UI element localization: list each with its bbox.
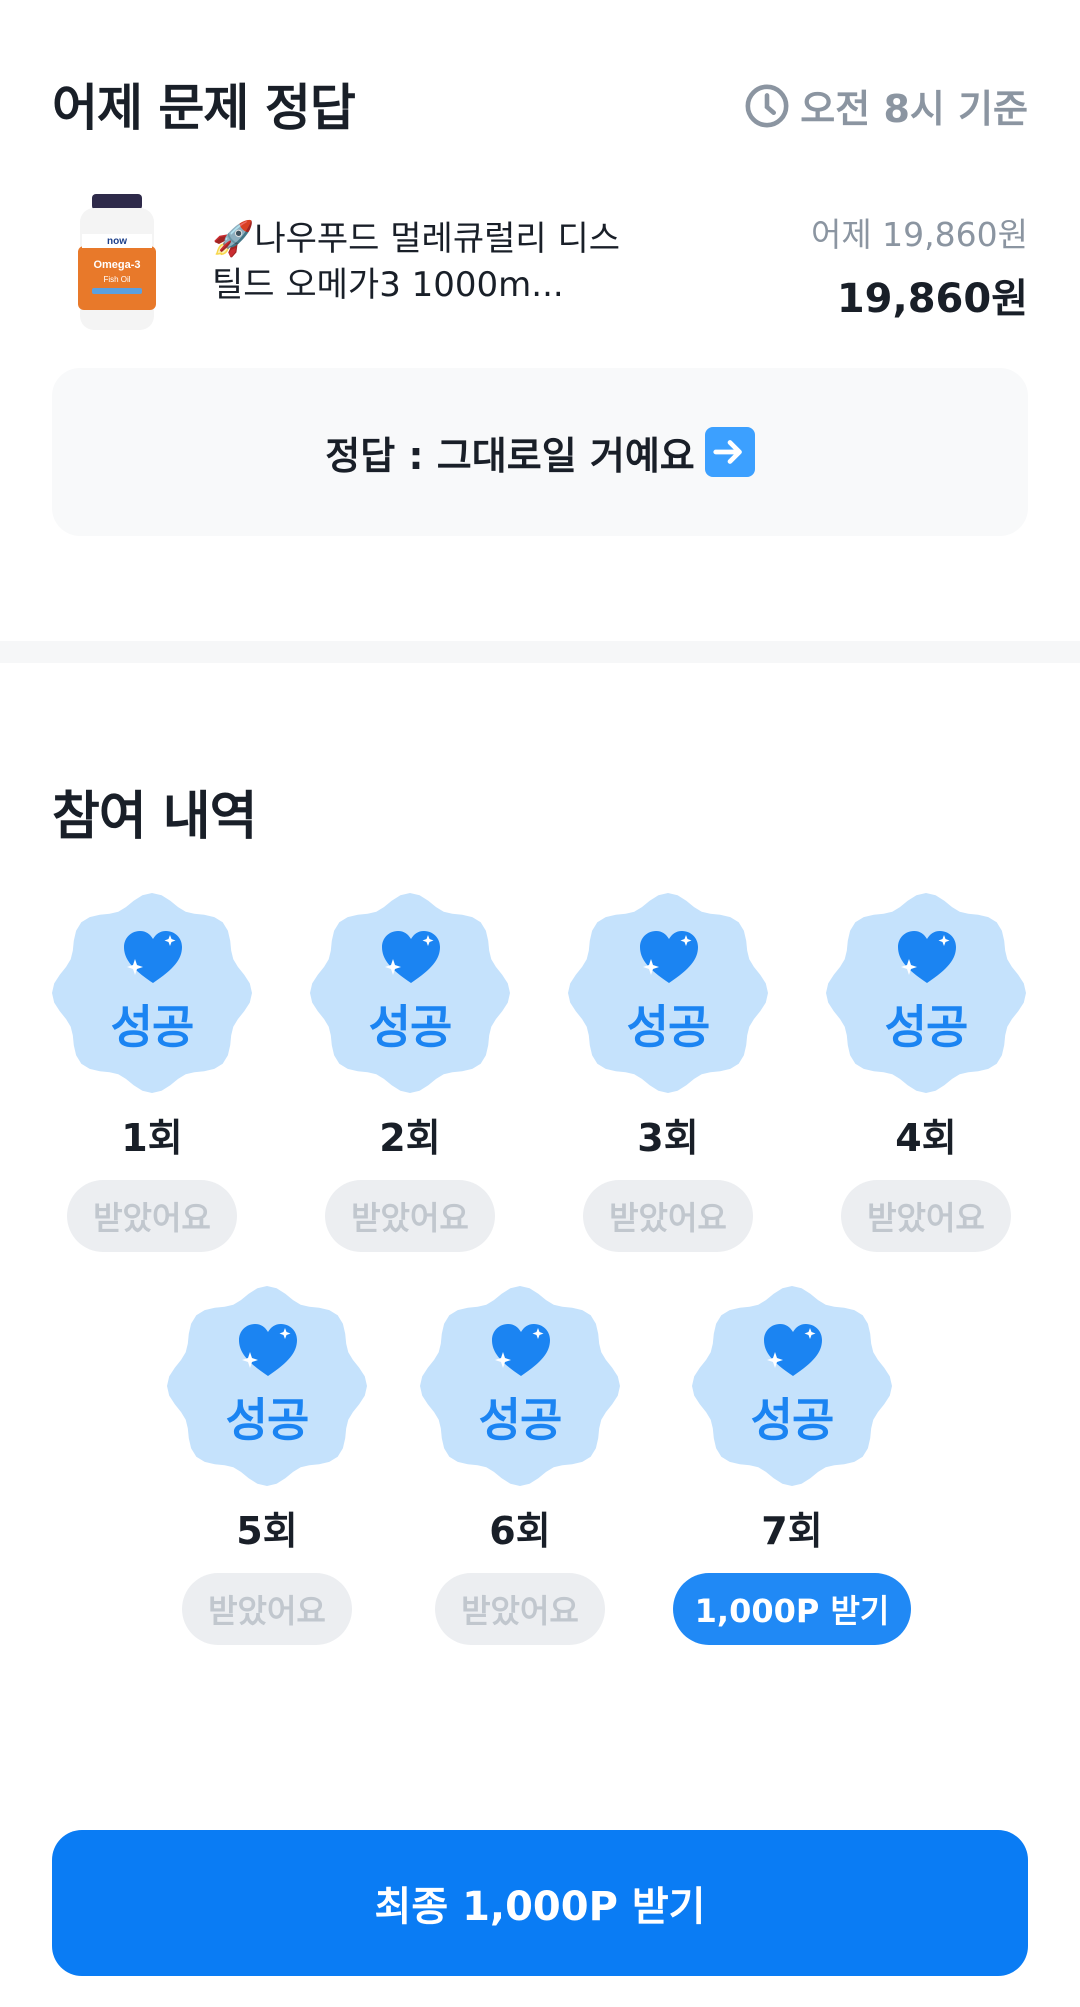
success-label: 성공 [750,1393,835,1447]
received-badge: 받았어요 [435,1573,605,1645]
history-stamp: 성공 2회 받았어요 [310,893,510,1252]
right-arrow-icon [704,427,755,477]
history-title: 참여 내역 [52,787,257,847]
price-current: 19,860원 [836,276,1028,322]
history-stamp: 성공 1회 받았어요 [52,893,252,1252]
history-stamp: 성공 5회 받았어요 [167,1286,367,1645]
attempt-count: 5회 [236,1509,298,1553]
success-badge: 성공 [167,1286,367,1486]
received-badge: 받았어요 [583,1180,753,1252]
received-badge: 받았어요 [67,1180,237,1252]
answer-box: 정답 : 그대로일 거예요 [52,368,1028,536]
attempt-count: 4회 [895,1116,957,1160]
claim-reward-button[interactable]: 1,000P 받기 [673,1573,911,1645]
svg-text:Fish Oil: Fish Oil [103,275,130,284]
success-badge: 성공 [568,893,768,1093]
attempt-count: 2회 [379,1116,441,1160]
heart-sparkle-icon [492,1324,550,1376]
claim-final-button[interactable]: 최종 1,000P 받기 [52,1830,1028,1976]
answer-text: 정답 : 그대로일 거예요 [325,433,695,478]
heart-sparkle-icon [898,931,956,983]
success-badge: 성공 [52,893,252,1093]
svg-text:Omega-3: Omega-3 [93,259,140,271]
success-badge: 성공 [420,1286,620,1486]
success-label: 성공 [626,1000,711,1054]
heart-sparkle-icon [764,1324,822,1376]
history-stamp: 성공 6회 받았어요 [420,1286,620,1645]
success-label: 성공 [884,1000,969,1054]
received-badge: 받았어요 [841,1180,1011,1252]
heart-sparkle-icon [382,931,440,983]
success-label: 성공 [110,1000,195,1054]
product-name: 🚀나우푸드 멀레큐럴리 디스틸드 오메가3 1000m... [212,219,621,305]
success-label: 성공 [225,1393,310,1447]
yesterday-answer-section: 어제 문제 정답 오전 8시 기준 now Omega-3 Fish Oil 🚀… [0,0,1080,640]
history-stamp: 성공 7회 1,000P 받기 [673,1286,911,1645]
received-badge: 받았어요 [325,1180,495,1252]
attempt-count: 1회 [121,1116,183,1160]
attempt-count: 3회 [637,1116,699,1160]
time-basis-label: 오전 8시 기준 [800,87,1028,131]
svg-text:now: now [107,236,127,247]
heart-sparkle-icon [124,931,182,983]
section-divider [0,641,1080,663]
history-stamp: 성공 3회 받았어요 [568,893,768,1252]
success-label: 성공 [368,1000,453,1054]
success-badge: 성공 [310,893,510,1093]
success-badge: 성공 [692,1286,892,1486]
received-badge: 받았어요 [182,1573,352,1645]
section-title: 어제 문제 정답 [52,79,356,137]
heart-sparkle-icon [239,1324,297,1376]
product-row[interactable]: now Omega-3 Fish Oil 🚀나우푸드 멀레큐럴리 디스틸드 오메… [52,188,1028,348]
success-badge: 성공 [826,893,1026,1093]
history-stamp: 성공 4회 받았어요 [826,893,1026,1252]
attempt-count: 6회 [489,1509,551,1553]
time-basis: 오전 8시 기준 [744,78,1028,133]
attempt-count: 7회 [761,1509,823,1553]
clock-icon [745,84,789,127]
success-label: 성공 [478,1393,563,1447]
heart-sparkle-icon [640,931,698,983]
omega3-bottle-image: now Omega-3 Fish Oil [78,194,156,330]
price-yesterday: 어제 19,860원 [810,215,1028,254]
